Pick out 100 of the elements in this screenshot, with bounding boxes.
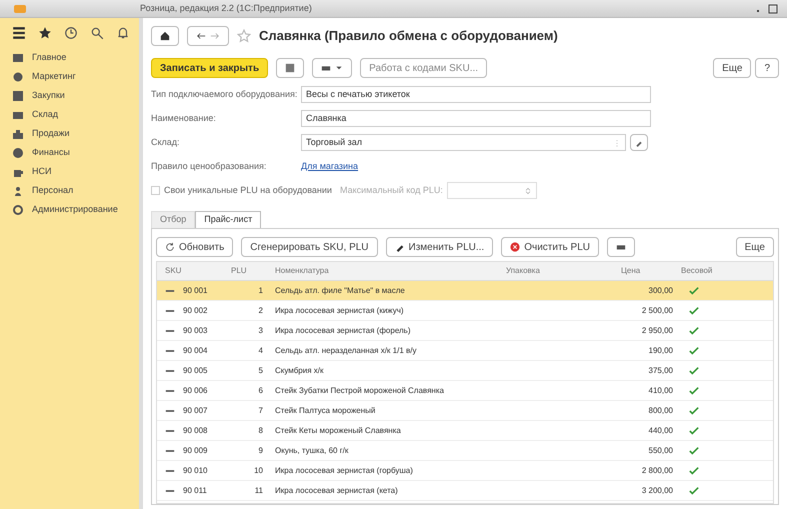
print-button[interactable] bbox=[606, 237, 635, 257]
table-cell: 90 006 bbox=[183, 384, 208, 396]
table-cell: 190,00 bbox=[648, 344, 673, 356]
table-cell: 2 800,00 bbox=[642, 464, 673, 476]
table-cell: Скумбрия х/к bbox=[275, 366, 324, 374]
table-cell: 2 950,00 bbox=[642, 324, 673, 336]
generate-button[interactable]: Сгенерировать SKU, PLU bbox=[241, 237, 378, 257]
table-cell: Икра лососевая зернистая (форель) bbox=[275, 326, 410, 334]
checkbox-label: Свои уникальные PLU на оборудовании bbox=[164, 184, 332, 197]
field-label: Наименование: bbox=[151, 112, 217, 125]
sidebar-item[interactable]: Продажи bbox=[32, 126, 70, 140]
save-button[interactable] bbox=[276, 58, 304, 78]
table-cell: 8 bbox=[258, 424, 263, 436]
tab[interactable]: Отбор bbox=[151, 211, 196, 228]
table-cell: Стейк Кеты мороженый Славянка bbox=[275, 426, 401, 434]
table-cell: Икра лососевая зернистая (кижуч) bbox=[275, 306, 404, 314]
star-icon bbox=[38, 26, 52, 40]
table-cell: 5 bbox=[258, 364, 263, 376]
table-cell: Икра лососевая зернистая (кета) bbox=[275, 486, 398, 494]
window-title: Розница, редакция 2.2 (1С:Предприятие) bbox=[140, 2, 312, 15]
table-cell: 3 bbox=[258, 324, 263, 336]
field-label: Максимальный код PLU: bbox=[340, 184, 443, 197]
edit-plu-button[interactable]: Изменить PLU... bbox=[386, 237, 494, 257]
table-cell: Стейк Зубатки Пестрой мороженой Славянка bbox=[275, 386, 444, 394]
input-field[interactable]: Славянка bbox=[301, 110, 651, 127]
sidebar-item[interactable]: НСИ bbox=[32, 164, 52, 178]
search-icon bbox=[90, 26, 104, 40]
person-icon bbox=[12, 184, 24, 196]
forward-icon bbox=[210, 31, 220, 41]
table-cell: 550,00 bbox=[648, 444, 673, 456]
table-cell: Стейк Палтуса мороженый bbox=[275, 406, 376, 414]
pencil-icon bbox=[635, 138, 643, 146]
print-button[interactable] bbox=[312, 58, 352, 78]
column-header[interactable]: Номенклатура bbox=[267, 265, 502, 277]
sidebar-item[interactable]: Склад bbox=[32, 108, 58, 122]
tab[interactable]: Прайс-лист bbox=[195, 211, 262, 228]
table-cell: 90 010 bbox=[183, 464, 208, 476]
input-field[interactable]: Весы с печатью этикеток bbox=[301, 86, 651, 103]
column-header[interactable]: Цена bbox=[617, 265, 677, 277]
clock-icon bbox=[64, 26, 78, 40]
column-header[interactable]: Весовой bbox=[677, 265, 722, 277]
table-cell: 3 200,00 bbox=[642, 484, 673, 496]
input-field[interactable] bbox=[446, 182, 537, 199]
sidebar-item[interactable]: Главное bbox=[32, 50, 66, 64]
pricing-rule-link[interactable]: Для магазина bbox=[301, 160, 358, 174]
menu-icon bbox=[12, 26, 26, 40]
save-and-close-button[interactable]: Записать и закрыть bbox=[151, 58, 268, 78]
sidebar-item[interactable]: Закупки bbox=[32, 88, 65, 102]
table-cell: 375,00 bbox=[648, 364, 673, 376]
help-button[interactable]: ? bbox=[755, 58, 779, 78]
checkbox[interactable] bbox=[151, 186, 160, 195]
table-cell: Сельдь атл. неразделанная х/к 1/1 в/у bbox=[275, 346, 416, 354]
sidebar-item[interactable]: Маркетинг bbox=[32, 70, 76, 84]
table-cell: 6 bbox=[258, 384, 263, 396]
caret-icon bbox=[335, 64, 344, 72]
field-label: Склад: bbox=[151, 136, 181, 149]
table-cell: 2 500,00 bbox=[642, 304, 673, 316]
field-label: Правило ценообразования: bbox=[151, 160, 268, 173]
refresh-icon bbox=[165, 242, 175, 252]
sidebar-item[interactable]: Персонал bbox=[32, 184, 74, 198]
table-cell: 90 011 bbox=[183, 484, 207, 496]
field-label: Тип подключаемого оборудования: bbox=[151, 88, 298, 101]
table-cell: 10 bbox=[254, 464, 263, 476]
table-cell: 90 008 bbox=[183, 424, 208, 436]
home-button[interactable] bbox=[151, 26, 179, 46]
form-title: Славянка (Правило обмена с оборудованием) bbox=[259, 27, 558, 46]
input-field[interactable]: Торговый зал bbox=[301, 134, 626, 151]
table-cell: 410,00 bbox=[648, 384, 673, 396]
table-cell: 90 003 bbox=[183, 324, 208, 336]
table-cell: 440,00 bbox=[648, 424, 673, 436]
more-button[interactable]: Еще bbox=[713, 58, 752, 78]
more-button[interactable]: Еще bbox=[736, 237, 774, 257]
table-cell: 90 009 bbox=[183, 444, 208, 456]
star-icon bbox=[237, 29, 251, 43]
table-cell: 90 007 bbox=[183, 404, 208, 416]
refresh-button[interactable]: Обновить bbox=[156, 237, 234, 257]
back-icon bbox=[196, 31, 206, 41]
table-cell: 90 005 bbox=[183, 364, 208, 376]
bell-icon bbox=[116, 26, 130, 40]
table-cell: 2 bbox=[258, 304, 263, 316]
column-header[interactable]: SKU bbox=[157, 265, 227, 277]
table-cell: 300,00 bbox=[648, 284, 673, 296]
column-header[interactable]: PLU bbox=[227, 265, 267, 277]
table-cell: 1 bbox=[258, 284, 263, 296]
clear-plu-button[interactable]: Очистить PLU bbox=[501, 237, 599, 257]
maximize-icon bbox=[767, 2, 779, 14]
column-header[interactable]: Упаковка bbox=[502, 265, 617, 277]
spinner-icon bbox=[524, 186, 532, 194]
table-cell: Икра лососевая зернистая (горбуша) bbox=[275, 466, 413, 474]
table-cell: 90 001 bbox=[183, 284, 208, 296]
table-cell: 7 bbox=[258, 404, 263, 416]
table-cell: 90 004 bbox=[183, 344, 208, 356]
sidebar-item[interactable]: Финансы bbox=[32, 146, 70, 160]
table-row[interactable]: 90 001 1 Сельдь атл. филе "Матье" в масле 300,00 bbox=[157, 281, 773, 301]
clear-icon bbox=[510, 242, 520, 252]
table-cell: 11 bbox=[254, 484, 263, 496]
open-button[interactable] bbox=[630, 134, 648, 151]
table-cell: 4 bbox=[258, 344, 263, 356]
sidebar-item[interactable]: Администрирование bbox=[32, 202, 118, 216]
sku-codes-button[interactable]: Работа с кодами SKU... bbox=[360, 58, 488, 78]
